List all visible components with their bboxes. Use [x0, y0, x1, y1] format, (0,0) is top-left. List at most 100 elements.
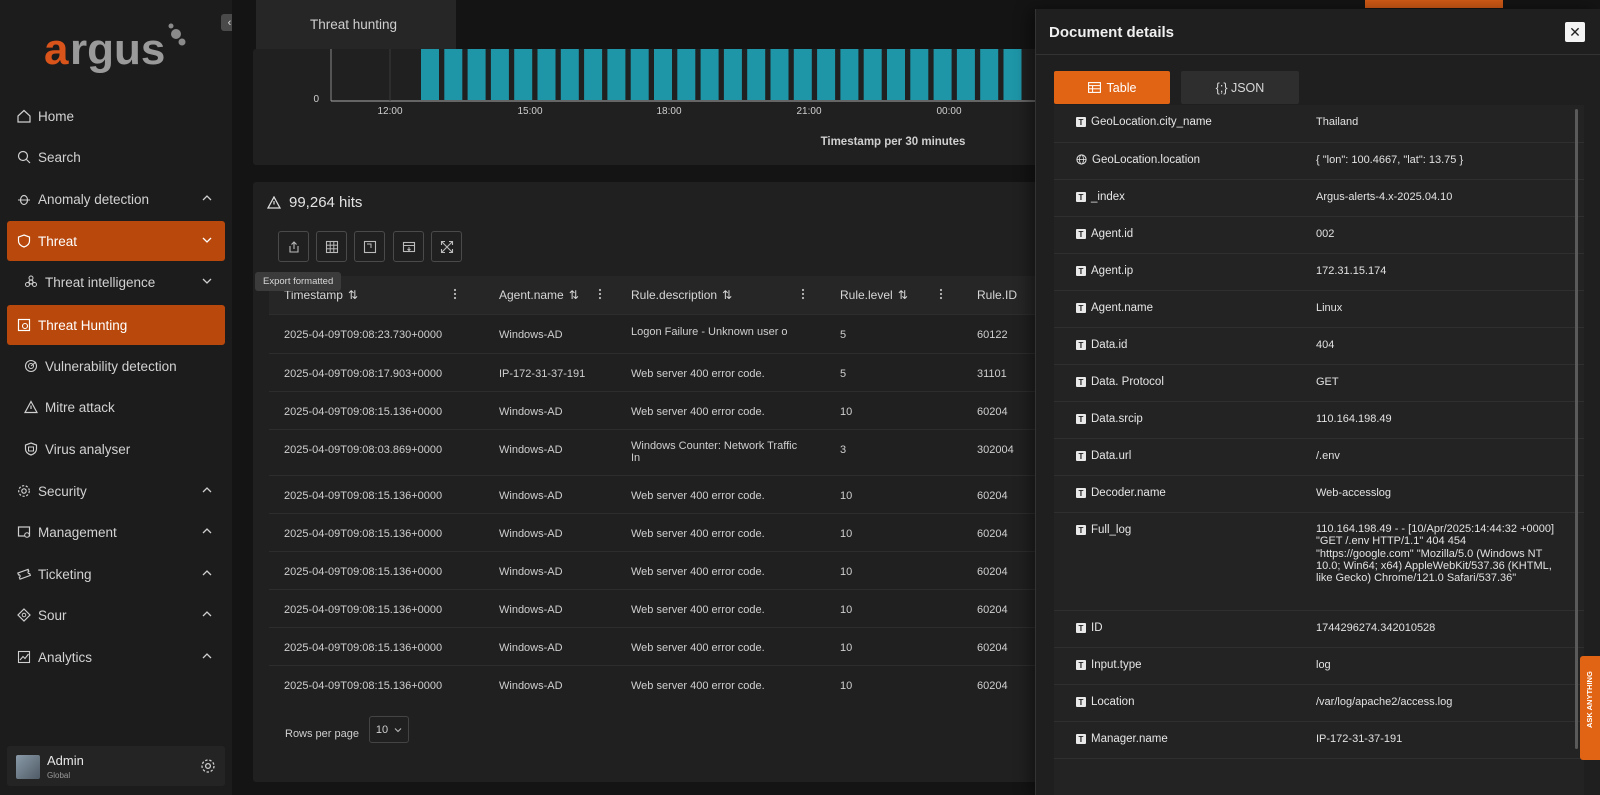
user-profile[interactable]: Admin Global: [7, 746, 225, 786]
fullscreen-button[interactable]: [431, 231, 462, 262]
sidebar-item-threat-intelligence[interactable]: Threat intelligence: [7, 262, 225, 302]
histogram-bar[interactable]: [584, 49, 603, 100]
document-field-row[interactable]: T Agent.ip 172.31.15.174: [1054, 254, 1584, 291]
settings-gear-icon[interactable]: [200, 758, 216, 774]
tab-table[interactable]: Table: [1054, 71, 1170, 104]
sidebar-item-label: Home: [38, 108, 75, 124]
field-key: T Agent.ip: [1076, 265, 1133, 277]
cell-timestamp: 2025-04-09T09:08:17.903+0000: [284, 368, 443, 380]
histogram-bar[interactable]: [817, 49, 836, 100]
document-field-row[interactable]: T _index Argus-alerts-4.x-2025.04.10: [1054, 180, 1584, 217]
histogram-bar[interactable]: [723, 49, 742, 100]
sidebar-item-security[interactable]: Security: [7, 471, 225, 511]
string-type-icon: T: [1076, 697, 1086, 707]
sidebar-item-anomaly-detection[interactable]: Anomaly detection: [7, 179, 225, 219]
sidebar-item-virus-analyser[interactable]: Virus analyser: [7, 429, 225, 469]
histogram-bar[interactable]: [840, 49, 859, 100]
histogram-bar[interactable]: [747, 49, 766, 100]
histogram-bar[interactable]: [654, 49, 672, 100]
histogram-bar[interactable]: [607, 49, 626, 100]
histogram-bar[interactable]: [863, 49, 882, 100]
sidebar-item-mitre-attack[interactable]: Mitre attack: [7, 387, 225, 427]
sidebar-item-threat[interactable]: Threat: [7, 221, 225, 261]
document-field-row[interactable]: T Location/var/log/apache2/access.log: [1054, 685, 1584, 722]
histogram-bar[interactable]: [887, 49, 905, 100]
sidebar-item-analytics[interactable]: Analytics: [7, 637, 225, 677]
field-key: T Data.id: [1076, 339, 1127, 351]
document-field-row[interactable]: T ID 1744296274.342010528: [1054, 611, 1584, 648]
ask-anything-button[interactable]: ASK ANYTHING: [1580, 656, 1600, 760]
field-key-label: Agent.id: [1091, 228, 1134, 240]
histogram-bar[interactable]: [560, 49, 579, 100]
histogram-bar[interactable]: [537, 49, 556, 100]
histogram-bar[interactable]: [700, 49, 719, 100]
document-field-row[interactable]: T Data.url /.env: [1054, 439, 1584, 476]
field-key-label: Agent.ip: [1091, 265, 1134, 277]
cell-rule-level: 3: [840, 444, 847, 456]
document-field-row[interactable]: T Full_log 110.164.198.49 - - [10/Apr/2025…: [1054, 513, 1584, 611]
histogram-bar[interactable]: [770, 49, 789, 100]
document-field-row[interactable]: T Agent.name Linux: [1054, 291, 1584, 328]
histogram-bar[interactable]: [421, 49, 439, 100]
tab-json[interactable]: {;} JSON: [1181, 71, 1299, 104]
management-icon: [16, 524, 32, 540]
chart-icon: [16, 649, 32, 665]
document-field-row[interactable]: T GeoLocation.city_name Thailand: [1054, 105, 1584, 143]
columns-button[interactable]: [316, 231, 347, 262]
histogram-bar[interactable]: [980, 49, 999, 100]
document-field-row[interactable]: T Input.type log: [1054, 648, 1584, 685]
header-action-bar[interactable]: [1365, 0, 1503, 8]
sidebar-item-vulnerability-detection[interactable]: Vulnerability detection: [7, 346, 225, 386]
histogram-bar[interactable]: [793, 49, 812, 100]
document-field-row[interactable]: T Data. Protocol GET: [1054, 365, 1584, 402]
sidebar-item-threat-hunting[interactable]: Threat Hunting: [7, 305, 225, 345]
document-field-row[interactable]: GeoLocation.location { "lon": 100.4667, "…: [1054, 143, 1584, 180]
sidebar-item-sour[interactable]: Sour: [7, 595, 225, 635]
histogram-bar[interactable]: [444, 49, 463, 100]
close-button[interactable]: ✕: [1565, 22, 1585, 42]
field-key: T Data.srcip: [1076, 413, 1143, 425]
user-role: Global: [47, 771, 71, 780]
histogram-bar[interactable]: [910, 49, 929, 100]
histogram-bar[interactable]: [956, 49, 975, 100]
document-field-row[interactable]: T Data.id 404: [1054, 328, 1584, 365]
column-header-rule-level[interactable]: Rule.level ⇅: [840, 288, 908, 302]
field-key-label: Data.srcip: [1091, 413, 1143, 425]
field-value: Web-accesslog: [1316, 487, 1391, 499]
cell-agent-name: Windows-AD: [499, 642, 563, 654]
histogram-bar[interactable]: [514, 49, 533, 100]
flyout-scrollbar[interactable]: [1575, 109, 1578, 749]
column-menu-icon[interactable]: [451, 287, 459, 301]
flyout-header: Document details ✕: [1036, 9, 1600, 55]
column-menu-icon[interactable]: [937, 287, 945, 301]
sidebar-item-search[interactable]: Search: [7, 137, 225, 177]
sidebar-item-ticketing[interactable]: Ticketing: [7, 554, 225, 594]
column-header-agent-name[interactable]: Agent.name ⇅: [499, 288, 579, 302]
document-field-row[interactable]: T Data.srcip 110.164.198.49: [1054, 402, 1584, 439]
column-menu-icon[interactable]: [799, 287, 807, 301]
column-menu-icon[interactable]: [596, 287, 604, 301]
sidebar-item-management[interactable]: Management: [7, 512, 225, 552]
sort-fields-button[interactable]: [393, 231, 424, 262]
histogram-bar[interactable]: [1003, 49, 1022, 100]
histogram-bar[interactable]: [467, 49, 486, 100]
cell-rule-description: Web server 400 error code.: [631, 368, 765, 380]
biohazard-icon: [23, 274, 39, 290]
column-header-rule-id[interactable]: Rule.ID: [977, 288, 1017, 302]
sidebar-item-home[interactable]: Home: [7, 96, 225, 136]
document-field-row[interactable]: T Decoder.name Web-accesslog: [1054, 476, 1584, 513]
tab-threat-hunting[interactable]: Threat hunting: [256, 0, 456, 49]
histogram-bar[interactable]: [630, 49, 649, 100]
density-button[interactable]: [354, 231, 385, 262]
document-fields-table: T GeoLocation.city_name Thailand GeoLocatio…: [1054, 105, 1584, 795]
document-field-row[interactable]: T Manager.name IP-172-31-37-191: [1054, 722, 1584, 759]
export-button[interactable]: [278, 231, 309, 262]
field-key-label: Manager.name: [1091, 733, 1168, 745]
histogram-bar[interactable]: [933, 49, 952, 100]
field-key-label: Data.id: [1091, 339, 1128, 351]
rows-per-page-select[interactable]: 10: [369, 716, 409, 743]
document-field-row[interactable]: T Agent.id 002: [1054, 217, 1584, 254]
histogram-bar[interactable]: [490, 49, 509, 100]
column-header-rule-description[interactable]: Rule.description ⇅: [631, 288, 732, 302]
histogram-bar[interactable]: [677, 49, 696, 100]
